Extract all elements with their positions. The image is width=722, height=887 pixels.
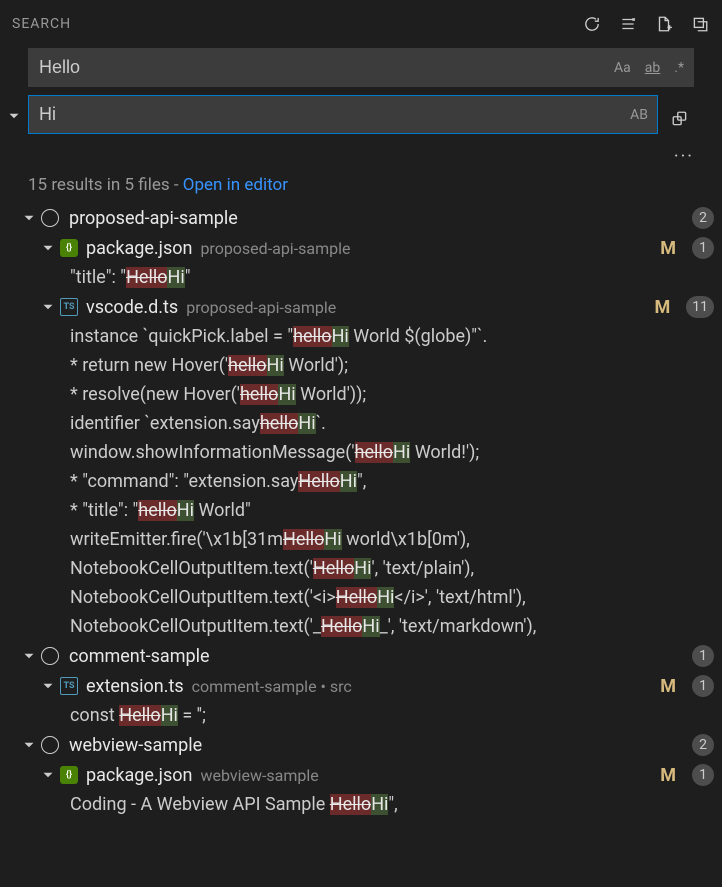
- search-input[interactable]: [28, 48, 694, 87]
- ts-file-icon: TS: [60, 298, 78, 316]
- header-actions: [582, 14, 710, 34]
- file-path: webview-sample: [200, 766, 318, 785]
- refresh-icon[interactable]: [582, 14, 602, 34]
- folder-name: proposed-api-sample: [69, 208, 238, 229]
- results-tree: proposed-api-sample 2 {} package.json propos…: [0, 203, 722, 819]
- folder-row[interactable]: proposed-api-sample 2: [8, 203, 714, 233]
- regex-icon[interactable]: .*: [670, 58, 688, 78]
- match-row[interactable]: const HelloHi = '';: [8, 701, 714, 730]
- count-badge: 1: [692, 764, 714, 786]
- count-badge: 11: [686, 296, 714, 318]
- folder-icon: [41, 736, 59, 754]
- more-options-button[interactable]: ···: [674, 146, 694, 167]
- folder-icon: [41, 209, 59, 227]
- new-file-icon[interactable]: [654, 14, 674, 34]
- results-count-text: 15 results in 5 files -: [28, 175, 183, 195]
- match-text: NotebookCellOutputItem.text('HelloHi', '…: [70, 558, 474, 579]
- modified-indicator: M: [660, 676, 676, 697]
- file-row[interactable]: {} package.json webview-sample M1: [8, 760, 714, 790]
- file-path: comment-sample • src: [192, 677, 352, 696]
- json-file-icon: {}: [60, 239, 78, 257]
- match-row[interactable]: "title": "HelloHi": [8, 263, 714, 292]
- count-badge: 2: [692, 207, 714, 229]
- match-text: identifier `extension.sayhelloHi`.: [70, 413, 326, 434]
- case-sensitive-icon[interactable]: Aa: [610, 58, 635, 78]
- folder-name: webview-sample: [69, 735, 202, 756]
- count-badge: 1: [692, 237, 714, 259]
- match-row[interactable]: * return new Hover('helloHi World');: [8, 351, 714, 380]
- match-row[interactable]: window.showInformationMessage('helloHi W…: [8, 438, 714, 467]
- panel-title: SEARCH: [12, 16, 71, 32]
- modified-indicator: M: [654, 297, 670, 318]
- match-row[interactable]: NotebookCellOutputItem.text('_HelloHi_',…: [8, 612, 714, 641]
- match-row[interactable]: * "title": "helloHi World": [8, 496, 714, 525]
- modified-indicator: M: [660, 765, 676, 786]
- whole-word-icon[interactable]: ab: [641, 58, 664, 78]
- file-path: proposed-api-sample: [200, 239, 350, 258]
- modified-indicator: M: [660, 238, 676, 259]
- match-row[interactable]: * resolve(new Hover('helloHi World'));: [8, 380, 714, 409]
- match-text: * resolve(new Hover('helloHi World'));: [70, 384, 366, 405]
- match-text: * return new Hover('helloHi World');: [70, 355, 348, 376]
- count-badge: 1: [692, 645, 714, 667]
- match-row[interactable]: Coding - A Webview API Sample HelloHi",: [8, 790, 714, 819]
- match-text: Coding - A Webview API Sample HelloHi",: [70, 794, 398, 815]
- json-file-icon: {}: [60, 766, 78, 784]
- match-text: NotebookCellOutputItem.text('<i>HelloHi<…: [70, 587, 526, 608]
- file-row[interactable]: TS vscode.d.ts proposed-api-sample M 11: [8, 292, 714, 322]
- folder-row[interactable]: comment-sample 1: [8, 641, 714, 671]
- chevron-down-icon[interactable]: [38, 676, 58, 696]
- replace-input[interactable]: [28, 95, 658, 134]
- count-badge: 1: [692, 675, 714, 697]
- match-row[interactable]: NotebookCellOutputItem.text('<i>HelloHi<…: [8, 583, 714, 612]
- file-name: vscode.d.ts: [86, 297, 178, 318]
- clear-icon[interactable]: [618, 14, 638, 34]
- match-text: const HelloHi = '';: [70, 705, 206, 726]
- expand-replace-toggle[interactable]: [4, 106, 24, 126]
- file-name: extension.ts: [86, 676, 184, 697]
- match-row[interactable]: writeEmitter.fire('\x1b[31mHelloHi world…: [8, 525, 714, 554]
- collapse-all-icon[interactable]: [690, 14, 710, 34]
- match-text: writeEmitter.fire('\x1b[31mHelloHi world…: [70, 529, 470, 550]
- chevron-down-icon[interactable]: [38, 765, 58, 785]
- chevron-down-icon[interactable]: [38, 238, 58, 258]
- match-row[interactable]: * "command": "extension.sayHelloHi",: [8, 467, 714, 496]
- file-name: package.json: [86, 765, 192, 786]
- match-text: "title": "HelloHi": [70, 267, 190, 288]
- replace-all-button[interactable]: [666, 105, 694, 133]
- count-badge: 2: [692, 734, 714, 756]
- chevron-down-icon[interactable]: [19, 735, 39, 755]
- match-row[interactable]: identifier `extension.sayhelloHi`.: [8, 409, 714, 438]
- file-name: package.json: [86, 238, 192, 259]
- file-row[interactable]: TS extension.ts comment-sample • src M1: [8, 671, 714, 701]
- match-text: * "title": "helloHi World": [70, 500, 251, 521]
- preserve-case-icon[interactable]: AB: [626, 105, 652, 125]
- open-in-editor-link[interactable]: Open in editor: [183, 175, 288, 195]
- folder-icon: [41, 647, 59, 665]
- chevron-down-icon[interactable]: [19, 646, 39, 666]
- ts-file-icon: TS: [60, 677, 78, 695]
- match-text: window.showInformationMessage('helloHi W…: [70, 442, 479, 463]
- chevron-down-icon[interactable]: [38, 297, 58, 317]
- match-text: instance `quickPick.label = "helloHi Wor…: [70, 326, 487, 347]
- folder-name: comment-sample: [69, 646, 210, 667]
- match-row[interactable]: NotebookCellOutputItem.text('HelloHi', '…: [8, 554, 714, 583]
- match-row[interactable]: instance `quickPick.label = "helloHi Wor…: [8, 322, 714, 351]
- match-text: NotebookCellOutputItem.text('_HelloHi_',…: [70, 616, 536, 637]
- match-text: * "command": "extension.sayHelloHi",: [70, 471, 366, 492]
- chevron-down-icon[interactable]: [19, 208, 39, 228]
- file-path: proposed-api-sample: [186, 298, 336, 317]
- folder-row[interactable]: webview-sample 2: [8, 730, 714, 760]
- file-row[interactable]: {} package.json proposed-api-sample M1: [8, 233, 714, 263]
